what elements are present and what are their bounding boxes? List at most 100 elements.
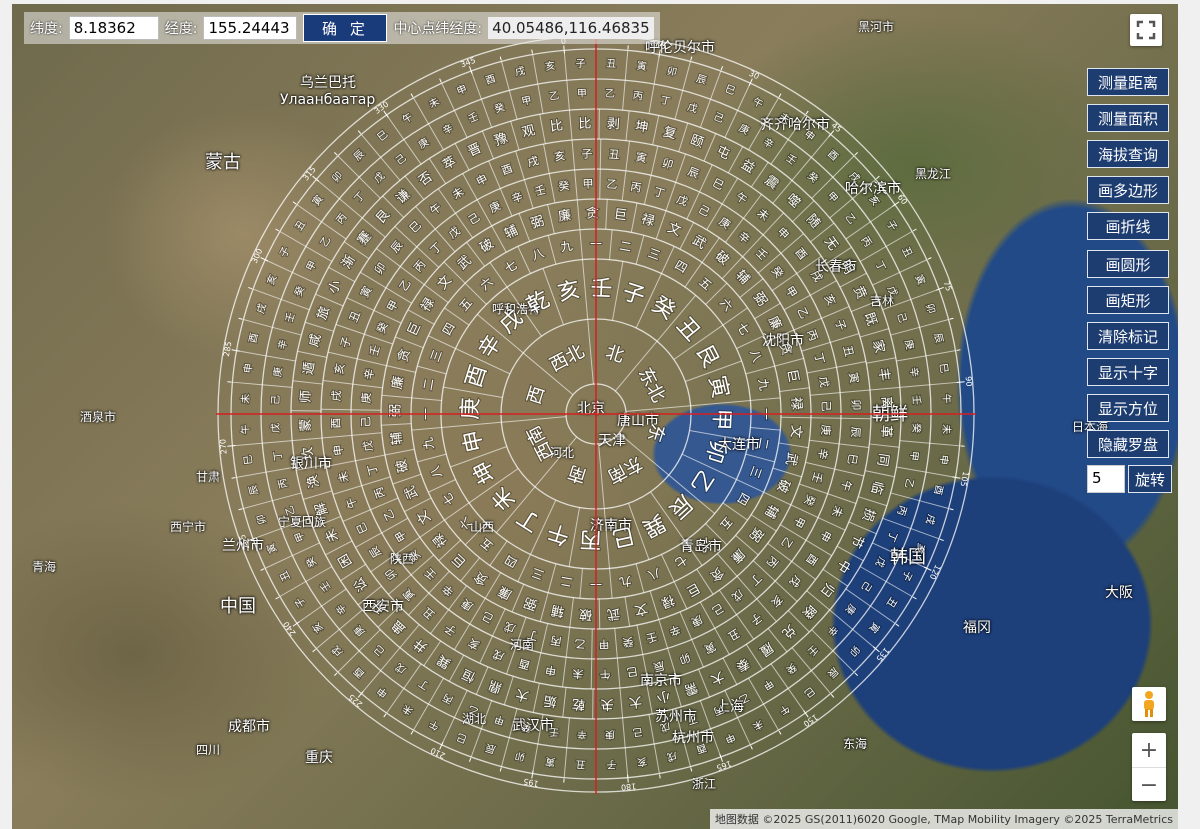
compass-divider (839, 443, 870, 449)
compass-divider (243, 319, 273, 328)
compass-divider (690, 399, 751, 407)
compass-divider (869, 443, 900, 448)
clear-markers-button[interactable]: 清除标记 (1087, 322, 1169, 350)
zoom-control: + − (1132, 733, 1166, 801)
compass-divider (361, 476, 391, 487)
compass-number-label: 四 (734, 490, 752, 507)
compass-outer-stem-label: 壬 (783, 152, 798, 168)
compass-stem-label: 丁 (428, 240, 445, 257)
compass-branch-label: 丑 (420, 605, 437, 622)
compass-degree-tick (231, 349, 240, 352)
compass-number-label: 九 (421, 436, 437, 450)
compass-divider (351, 432, 382, 436)
elevation-query-button[interactable]: 海拔查询 (1087, 140, 1169, 168)
compass-outer-branch-label: 午 (239, 424, 252, 435)
compass-stem-label: 乙 (574, 637, 586, 651)
compass-hexagram-label: 恒 (460, 665, 478, 684)
fullscreen-button[interactable] (1130, 14, 1162, 46)
compass-outer-stem-label: 甲 (493, 712, 506, 725)
compass-degree-label: 300 (250, 247, 265, 265)
compass-branch-label: 巳 (710, 176, 726, 193)
rotate-button[interactable]: 旋转 (1128, 465, 1172, 493)
compass-number-label: 六 (696, 535, 714, 553)
confirm-button[interactable]: 确 定 (303, 14, 388, 42)
compass-stem-label: 癸 (769, 263, 787, 280)
compass-divider (547, 235, 557, 265)
compass-divider (569, 597, 574, 628)
compass-stem-label: 甲 (783, 284, 800, 300)
compass-divider (568, 507, 580, 567)
compass-divider (599, 139, 602, 170)
compass-number-label: 九 (559, 239, 573, 255)
compass-branch-label: 寅 (635, 150, 648, 166)
measure-area-button[interactable]: 测量面积 (1087, 104, 1169, 132)
longitude-input[interactable]: 155.24443 (203, 16, 298, 40)
compass-direction-label: 东 (643, 421, 668, 444)
compass-outer-branch-label: 巳 (242, 454, 255, 465)
zoom-out-button[interactable]: − (1132, 768, 1166, 802)
compass-degree-tick (658, 49, 661, 58)
compass-divider (272, 326, 302, 336)
compass-hexagram-label: 坤 (634, 119, 649, 136)
compass-divider (658, 619, 669, 649)
compass-stem-label: 戊 (446, 224, 463, 241)
compass-branch-label: 丑 (726, 626, 742, 643)
compass-divider (910, 288, 940, 300)
compass-degree-tick (334, 672, 338, 676)
zoom-in-button[interactable]: + (1132, 733, 1166, 768)
compass-outer-branch-label: 子 (277, 245, 292, 259)
compass-divider (548, 173, 556, 204)
draw-rectangle-button[interactable]: 画矩形 (1087, 286, 1169, 314)
compass-divider (392, 473, 422, 485)
compass-divider (441, 421, 502, 429)
compass-divider (865, 470, 895, 478)
compass-outer-branch-label: 丑 (899, 245, 913, 259)
compass-star-label: 贪 (396, 347, 414, 364)
latitude-input[interactable]: 8.18362 (68, 16, 159, 40)
compass-divider (543, 143, 550, 174)
draw-polyline-button[interactable]: 画折线 (1087, 212, 1169, 240)
street-view-pegman[interactable] (1132, 687, 1166, 721)
compass-outer-branch-label: 丑 (575, 758, 585, 769)
compass-stem-label: 癸 (405, 547, 423, 564)
compass-divider (636, 624, 644, 655)
compass-star-label: 禄 (640, 212, 656, 230)
compass-divider (236, 350, 267, 357)
compass-outer-branch-label: 寅 (912, 273, 928, 287)
show-direction-button[interactable]: 显示方位 (1087, 394, 1169, 422)
compass-star-label: 弼 (529, 214, 546, 232)
compass-outer-stem-label: 癸 (805, 169, 821, 185)
compass-outer-stem-label: 辛 (761, 135, 776, 151)
compass-stem-label: 壬 (533, 183, 547, 198)
compass-divider (724, 110, 739, 138)
compass-degree-tick (468, 757, 472, 762)
compass-branch-label: 丑 (841, 344, 856, 358)
compass-mountain-label: 艮 (691, 341, 723, 372)
compass-divider (441, 717, 455, 746)
compass-divider (642, 654, 649, 685)
compass-hexagram-label: 同 (874, 452, 891, 467)
draw-circle-button[interactable]: 画圆形 (1087, 250, 1169, 278)
compass-number-label: 六 (478, 275, 496, 293)
hide-compass-button[interactable]: 隐藏罗盘 (1087, 430, 1169, 458)
show-crosshair-button[interactable]: 显示十字 (1087, 358, 1169, 386)
compass-divider (621, 170, 627, 201)
measure-distance-button[interactable]: 测量距离 (1087, 68, 1169, 96)
compass-divider (565, 627, 571, 658)
compass-outer-branch-label: 巳 (723, 83, 737, 98)
rotate-angle-input[interactable]: 5 (1087, 465, 1125, 493)
compass-outer-stem-label: 己 (372, 642, 387, 657)
compass-stem-label: 己 (480, 609, 496, 626)
compass-branch-label: 申 (817, 528, 834, 544)
compass-degree-tick (659, 774, 661, 779)
compass-divider (635, 563, 645, 593)
satellite-map[interactable]: 乌兰巴托 Улаанбаатар 蒙古 呼伦贝尔市 黑河市 齐齐哈尔市 黑龙江 哈尔滨市 长春市… (12, 4, 1178, 829)
compass-branch-label: 午 (344, 496, 360, 511)
draw-polygon-button[interactable]: 画多边形 (1087, 176, 1169, 204)
compass-outer-branch-label: 申 (455, 82, 469, 98)
compass-divider (649, 590, 660, 620)
compass-divider (809, 439, 840, 445)
compass-star-label: 贪 (776, 340, 794, 357)
compass-mountain-label: 巽 (638, 509, 669, 541)
compass-branch-label: 辰 (652, 659, 666, 674)
